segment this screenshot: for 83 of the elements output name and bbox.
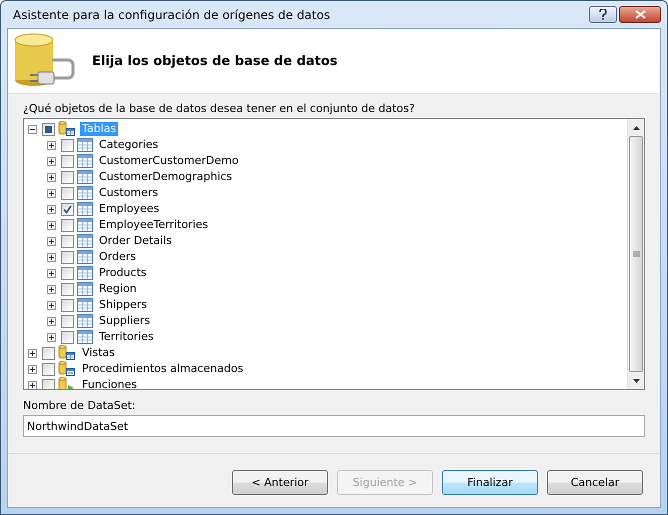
expand-icon[interactable] xyxy=(47,300,56,310)
expand-icon[interactable] xyxy=(28,364,37,374)
expand-icon[interactable] xyxy=(47,188,56,198)
prompt-text: ¿Qué objetos de la base de datos desea tener en el conjunto de datos? xyxy=(23,102,416,115)
scroll-up-icon[interactable] xyxy=(632,126,640,130)
tree-item[interactable]: Territories xyxy=(97,330,156,344)
database-icon xyxy=(58,361,76,377)
tree-item[interactable]: Region xyxy=(97,282,139,296)
tree-item[interactable]: Vistas xyxy=(80,346,117,360)
tree-item[interactable]: CustomerDemographics xyxy=(97,170,234,184)
scroll-down-icon[interactable] xyxy=(632,378,640,382)
checkbox[interactable] xyxy=(42,122,55,136)
expand-icon[interactable] xyxy=(47,220,56,230)
table-icon xyxy=(77,202,93,216)
close-button[interactable] xyxy=(619,6,661,23)
table-icon xyxy=(77,282,93,296)
expand-icon[interactable] xyxy=(47,204,56,214)
dataset-name-field[interactable]: NorthwindDataSet xyxy=(23,415,645,437)
tree-item[interactable]: Products xyxy=(97,266,148,280)
tree-item[interactable]: Orders xyxy=(97,250,138,264)
checkbox[interactable] xyxy=(61,218,74,232)
checkbox[interactable] xyxy=(42,346,55,360)
checkbox[interactable] xyxy=(61,298,74,312)
tree-item[interactable]: Employees xyxy=(97,202,162,216)
checkbox[interactable] xyxy=(61,202,74,216)
table-icon xyxy=(77,330,93,344)
table-icon xyxy=(77,234,93,248)
expand-icon[interactable] xyxy=(47,268,56,278)
wizard-button[interactable]: Finalizar xyxy=(442,470,538,495)
tree-item[interactable]: Categories xyxy=(97,138,160,152)
checkbox[interactable] xyxy=(61,170,74,184)
page-heading: Elija los objetos de base de datos xyxy=(92,54,338,68)
expand-icon[interactable] xyxy=(47,236,56,246)
tree-item[interactable]: Procedimientos almacenados xyxy=(80,362,246,376)
table-icon xyxy=(77,186,93,200)
checkbox[interactable] xyxy=(61,186,74,200)
checkbox[interactable] xyxy=(61,138,74,152)
tree-item[interactable]: Order Details xyxy=(97,234,174,248)
field-label: Nombre de DataSet: xyxy=(23,399,136,412)
expand-icon[interactable] xyxy=(28,348,37,358)
close-icon xyxy=(634,10,646,19)
checkbox[interactable] xyxy=(61,250,74,264)
expand-icon[interactable] xyxy=(28,380,37,389)
checkbox[interactable] xyxy=(61,314,74,328)
wizard-button[interactable]: < Anterior xyxy=(232,470,328,495)
checkbox[interactable] xyxy=(61,282,74,296)
table-icon xyxy=(77,218,93,232)
expand-icon[interactable] xyxy=(47,140,56,150)
table-icon xyxy=(77,154,93,168)
checkbox[interactable] xyxy=(61,154,74,168)
checkbox[interactable] xyxy=(42,378,55,389)
tree-item[interactable]: Shippers xyxy=(97,298,149,312)
expand-icon[interactable] xyxy=(47,332,56,342)
tree-item[interactable]: Customers xyxy=(97,186,160,200)
database-table-icon xyxy=(58,121,76,137)
table-icon xyxy=(77,314,93,328)
table-icon xyxy=(77,298,93,312)
database-icon xyxy=(58,377,76,389)
checkbox[interactable] xyxy=(61,266,74,280)
grip-icon[interactable] xyxy=(632,250,640,258)
expand-icon[interactable] xyxy=(47,156,56,166)
help-icon xyxy=(599,9,607,20)
scrollbar[interactable] xyxy=(627,119,644,389)
tree-item[interactable]: Funciones xyxy=(80,378,139,389)
table-icon xyxy=(77,250,93,264)
checkbox[interactable] xyxy=(42,362,55,376)
database-icon xyxy=(58,345,76,361)
wizard-button[interactable]: Cancelar xyxy=(547,470,643,495)
collapse-icon[interactable] xyxy=(28,124,37,134)
expand-icon[interactable] xyxy=(47,252,56,262)
tree-item[interactable]: Suppliers xyxy=(97,314,152,328)
tree-item[interactable]: EmployeeTerritories xyxy=(97,218,210,232)
expand-icon[interactable] xyxy=(47,172,56,182)
help-button[interactable] xyxy=(589,6,617,23)
table-icon xyxy=(77,138,93,152)
table-icon xyxy=(77,170,93,184)
tree-item[interactable]: CustomerCustomerDemo xyxy=(97,154,241,168)
table-icon xyxy=(77,266,93,280)
checkbox[interactable] xyxy=(61,234,74,248)
checkbox[interactable] xyxy=(61,330,74,344)
expand-icon[interactable] xyxy=(47,284,56,294)
window-title: Asistente para la configuración de orígenes de datos xyxy=(12,8,330,22)
expand-icon[interactable] xyxy=(47,316,56,326)
